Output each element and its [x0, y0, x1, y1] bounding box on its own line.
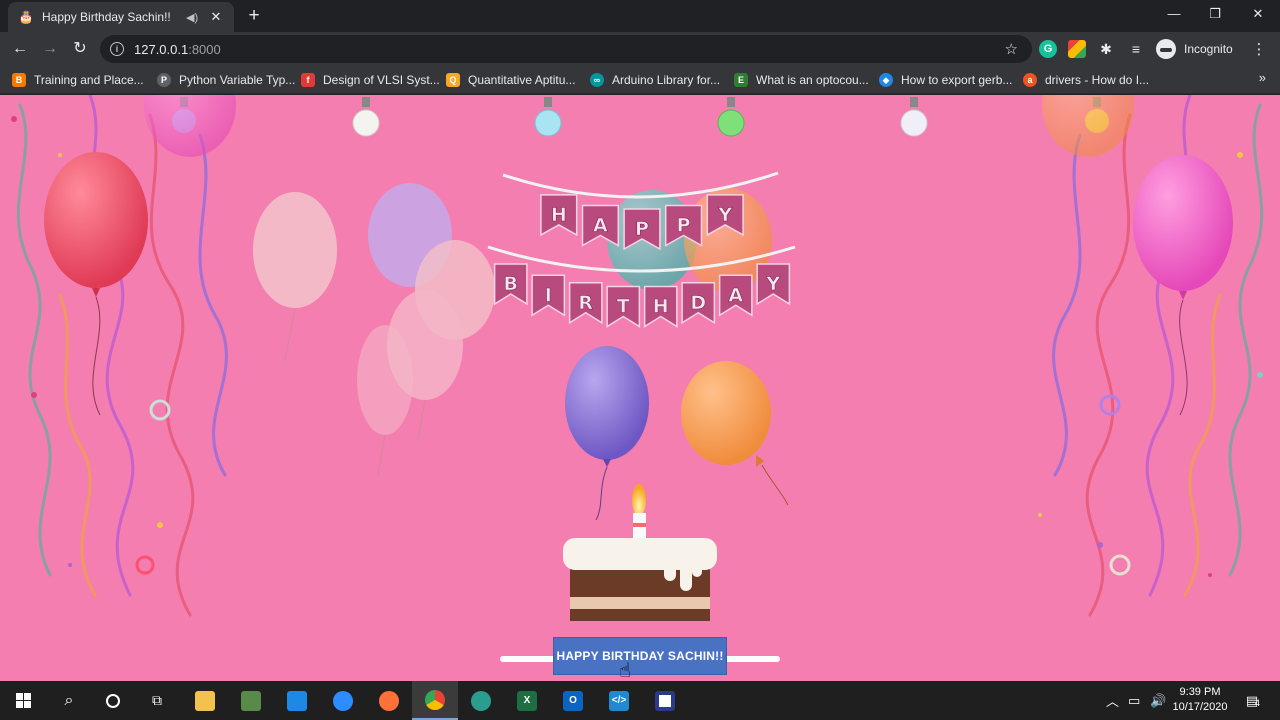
bookmark-item[interactable]: ◆ How to export gerb... — [879, 70, 1012, 90]
minimize-button[interactable]: — — [1152, 0, 1196, 30]
speaker-icon[interactable]: ◀) — [186, 11, 202, 24]
light-bulbs — [172, 97, 1109, 137]
bookmark-item[interactable]: B Training and Place... — [12, 70, 144, 90]
browser-toolbar: ← → ↻ i 127.0.0.1:8000 ☆ G ✱ ≡ Incognito… — [0, 32, 1280, 66]
cake-icing — [563, 538, 717, 570]
maximize-button[interactable]: ❐ — [1193, 0, 1237, 30]
left-red-balloon — [44, 152, 148, 416]
bookmark-item[interactable]: a drivers - How do I... — [1023, 70, 1149, 90]
tab-close-icon[interactable]: ✕ — [208, 9, 224, 25]
arduino-icon: ∞ — [590, 73, 604, 87]
notification-center-icon[interactable]: ▤ 4 — [1240, 681, 1264, 720]
start-button[interactable] — [0, 681, 46, 720]
cortana-icon[interactable] — [90, 681, 136, 720]
happy-birthday-button[interactable]: HAPPY BIRTHDAY SACHIN!! — [553, 637, 727, 675]
more-bookmarks-icon[interactable]: » — [1259, 70, 1266, 85]
volume-icon[interactable]: 🔊 — [1150, 681, 1166, 720]
zoom-icon[interactable] — [320, 681, 366, 720]
windows-logo-icon — [15, 693, 31, 708]
notification-count: 4 — [1254, 697, 1260, 708]
excel-icon[interactable]: X — [504, 681, 550, 720]
page-icon: E — [734, 73, 748, 87]
image-viewer-icon[interactable] — [228, 681, 274, 720]
chrome-icon[interactable] — [412, 681, 458, 720]
url-host: 127.0.0.1 — [134, 41, 189, 57]
banner-letter: P — [635, 218, 649, 240]
askubuntu-icon: a — [1023, 73, 1037, 87]
bookmark-star-icon[interactable]: ☆ — [1005, 40, 1018, 58]
birthday-cake — [500, 484, 780, 662]
bulb-white-1 — [352, 97, 380, 137]
browser-menu-icon[interactable]: ⋮ — [1250, 40, 1268, 58]
close-window-button[interactable]: ✕ — [1236, 0, 1280, 30]
cake-icon: 🎂 — [18, 10, 34, 24]
globe-app-icon[interactable] — [458, 681, 504, 720]
compass-icon: ◆ — [879, 73, 893, 87]
reload-button[interactable]: ↻ — [68, 38, 92, 60]
show-hidden-icons[interactable]: ︿ — [1106, 681, 1119, 720]
site-info-icon[interactable]: i — [110, 42, 124, 56]
browser-tab[interactable]: 🎂 Happy Birthday Sachin!! ◀) ✕ — [8, 2, 234, 32]
clock-time: 9:39 PM — [1179, 686, 1221, 698]
incognito-icon — [1156, 39, 1176, 59]
forward-button[interactable]: → — [38, 38, 62, 60]
tab-title: Happy Birthday Sachin!! — [42, 10, 171, 24]
blogger-icon: B — [12, 73, 26, 87]
bulb-white-2 — [900, 97, 928, 137]
bulb-green — [717, 97, 745, 137]
screen-recorder-icon[interactable] — [642, 681, 688, 720]
banner-letter: Y — [765, 273, 780, 295]
banner-letter: A — [593, 214, 608, 236]
battery-icon[interactable]: ▭ — [1128, 681, 1140, 720]
back-button[interactable]: ← — [8, 38, 32, 60]
file-explorer-icon[interactable] — [182, 681, 228, 720]
banner-letter: H — [551, 204, 567, 226]
banner-letter: B — [504, 273, 518, 295]
bookmark-item[interactable]: f Design of VLSI Syst... — [301, 70, 440, 90]
orange-balloon — [681, 361, 789, 506]
incognito-label: Incognito — [1184, 42, 1233, 56]
clock-date: 10/17/2020 — [1172, 701, 1228, 713]
birthday-scene: H A P P YBI R T H D AY — [11, 95, 1264, 662]
url-port: :8000 — [188, 41, 221, 57]
vscode-icon[interactable]: </> — [596, 681, 642, 720]
aptitude-icon: Q — [446, 73, 460, 87]
banner-letter: H — [653, 296, 669, 318]
windows-taskbar: ⌕ ⧉ X O </> ︿ ▭ 🔊 9:39 PM 10/17/2020 ▤ 4 — [0, 681, 1280, 720]
bulb-blue — [534, 97, 562, 137]
banner-letter: R — [578, 292, 593, 314]
outlook-icon[interactable]: O — [550, 681, 596, 720]
system-clock[interactable]: 9:39 PM 10/17/2020 — [1168, 685, 1232, 715]
incognito-profile[interactable]: Incognito — [1156, 38, 1233, 60]
firefox-icon[interactable] — [366, 681, 412, 720]
banner-letter: D — [690, 292, 706, 314]
banner-letter: P — [677, 214, 691, 236]
banner-letter: A — [728, 284, 743, 306]
banner-letter: Y — [717, 204, 732, 226]
tab-strip: 🎂 Happy Birthday Sachin!! ◀) ✕ + — ❐ ✕ — [0, 0, 1280, 32]
task-view-icon[interactable]: ⧉ — [134, 681, 180, 720]
bookmarks-bar: B Training and Place... P Python Variable … — [0, 66, 1280, 94]
hand-cursor-icon: ☝ — [619, 660, 632, 681]
grammarly-extension-icon[interactable]: G — [1039, 40, 1057, 58]
bookmark-item[interactable]: ∞ Arduino Library for... — [590, 70, 720, 90]
extensions-puzzle-icon[interactable]: ✱ — [1097, 40, 1115, 58]
bookmark-item[interactable]: Q Quantitative Aptitu... — [446, 70, 575, 90]
flash-icon: f — [301, 73, 315, 87]
bookmark-item[interactable]: E What is an optocou... — [734, 70, 869, 90]
virtualbox-icon[interactable] — [274, 681, 320, 720]
right-pink-balloon — [1133, 155, 1233, 416]
search-icon[interactable]: ⌕ — [46, 681, 92, 720]
birthday-page: HAPPYBIRTHDAY HAPPY BIRTHDAY SACHIN!! ☝ — [0, 95, 1280, 681]
new-tab-button[interactable]: + — [243, 5, 265, 27]
color-extension-icon[interactable] — [1068, 40, 1086, 58]
banner-letter: T — [617, 296, 630, 318]
banner-letter: I — [545, 284, 552, 306]
candle-flame — [632, 484, 646, 516]
media-queue-icon[interactable]: ≡ — [1127, 40, 1145, 58]
python-icon: P — [157, 73, 171, 87]
address-bar[interactable]: i 127.0.0.1:8000 ☆ — [100, 35, 1032, 63]
bookmark-item[interactable]: P Python Variable Typ... — [157, 70, 295, 90]
